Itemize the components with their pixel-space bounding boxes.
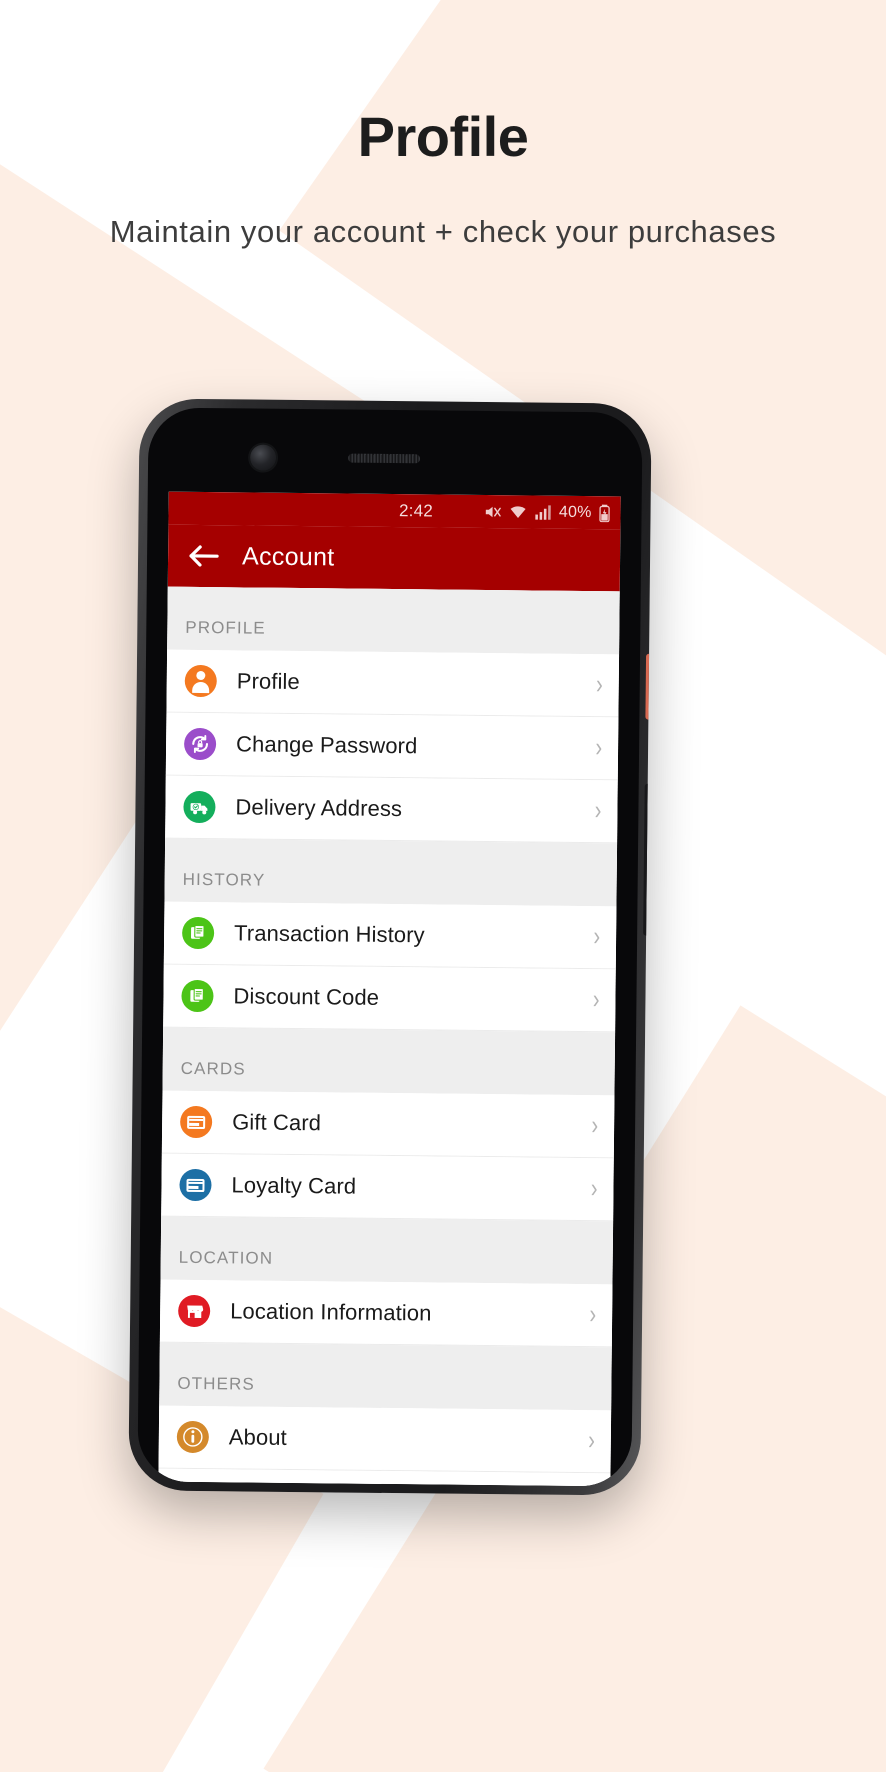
list-item-about[interactable]: About ›: [158, 1405, 612, 1474]
password-reset-icon: [183, 727, 217, 761]
settings-list: PROFILE Profile › Change Password › Deli…: [158, 586, 620, 1487]
section-header-history: HISTORY: [164, 838, 618, 907]
chevron-right-icon: ›: [593, 921, 601, 952]
chevron-right-icon: ›: [590, 1173, 598, 1204]
list-item-label: About: [228, 1424, 287, 1450]
status-time: 2:42: [398, 500, 434, 520]
page-title: Profile: [357, 105, 529, 168]
document-icon: [181, 916, 215, 950]
chevron-right-icon: ›: [588, 1425, 595, 1456]
headline-block: Profile Maintain your account + check yo…: [0, 0, 886, 255]
list-item-label: Profile: [236, 668, 300, 695]
list-item-discount-code[interactable]: Discount Code ›: [163, 964, 616, 1033]
document-icon: [181, 979, 214, 1013]
chevron-right-icon: ›: [589, 1299, 597, 1330]
section-header-others: OTHERS: [159, 1342, 612, 1411]
list-item-location-information[interactable]: Location Information ›: [159, 1279, 613, 1348]
info-icon: [176, 1420, 210, 1454]
list-item-label: Loyalty Card: [231, 1172, 357, 1199]
phone-mockup: 2:42 40% Account PROFILE Profile › Chang…: [128, 398, 652, 1501]
list-item-label: Transaction History: [234, 920, 425, 948]
battery-icon: [598, 504, 610, 522]
wifi-icon: [509, 503, 528, 521]
section-header-cards: CARDS: [162, 1027, 616, 1096]
phone-bezel: 2:42 40% Account PROFILE Profile › Chang…: [137, 407, 643, 1487]
list-item-gift-card[interactable]: Gift Card ›: [161, 1090, 615, 1159]
list-item-transaction-history[interactable]: Transaction History ›: [163, 901, 617, 970]
battery-percent-label: 40%: [558, 503, 592, 521]
signal-icon: [535, 503, 552, 520]
credit-card-icon: [179, 1168, 212, 1202]
list-item-label: Location Information: [230, 1298, 432, 1326]
delivery-truck-icon: [183, 790, 216, 824]
list-item-change-password[interactable]: Change Password ›: [165, 712, 619, 781]
phone-body: 2:42 40% Account PROFILE Profile › Chang…: [128, 398, 652, 1496]
front-camera-icon: [249, 444, 277, 471]
section-header-location: LOCATION: [160, 1216, 614, 1285]
page-subtitle: Maintain your account + check your purch…: [109, 213, 777, 249]
section-header-profile: PROFILE: [167, 586, 620, 655]
app-bar-title: Account: [241, 541, 335, 571]
back-arrow-icon[interactable]: [189, 544, 220, 568]
credit-card-icon: [179, 1105, 213, 1139]
app-bar: Account: [167, 524, 621, 592]
status-bar: 2:42 40%: [168, 491, 621, 530]
chevron-right-icon: ›: [595, 669, 603, 700]
earpiece-speaker: [348, 453, 421, 464]
list-item-delivery-address[interactable]: Delivery Address ›: [165, 775, 618, 844]
chevron-right-icon: ›: [595, 732, 603, 763]
list-item-loyalty-card[interactable]: Loyalty Card ›: [161, 1153, 614, 1222]
list-item-label: Delivery Address: [235, 794, 403, 822]
list-item-label: Change Password: [235, 731, 418, 759]
store-icon: [178, 1294, 211, 1328]
mute-icon: [484, 502, 502, 520]
shield-icon: [176, 1483, 209, 1487]
phone-screen: 2:42 40% Account PROFILE Profile › Chang…: [158, 491, 621, 1487]
person-icon: [184, 664, 217, 698]
list-item-profile[interactable]: Profile ›: [166, 649, 620, 718]
chevron-right-icon: ›: [592, 984, 600, 1015]
chevron-right-icon: ›: [594, 795, 602, 826]
list-item-label: Discount Code: [233, 983, 380, 1010]
chevron-right-icon: ›: [591, 1110, 599, 1141]
list-item-label: Gift Card: [232, 1109, 322, 1136]
